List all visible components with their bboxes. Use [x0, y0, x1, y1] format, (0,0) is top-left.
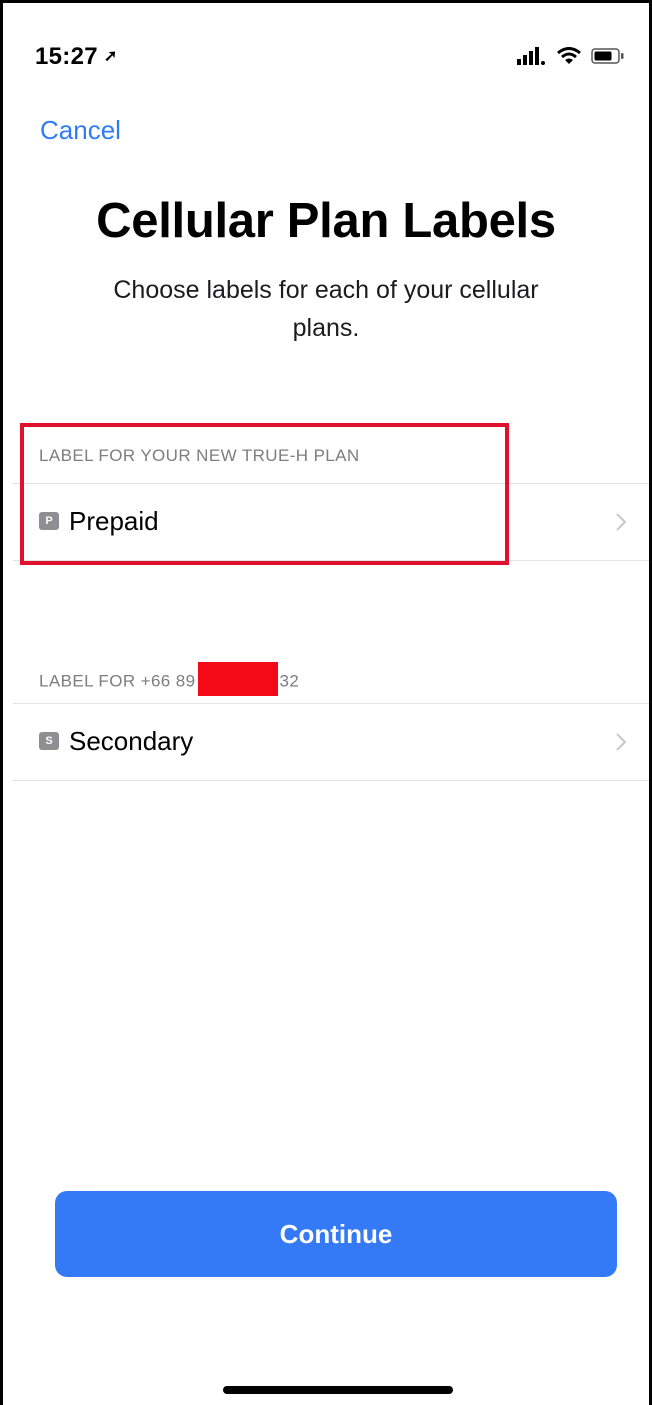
section-header-new-plan: LABEL FOR YOUR NEW TRUE-H PLAN: [39, 446, 360, 465]
redacted-number-block: [197, 662, 278, 696]
label-row-secondary[interactable]: S Secondary: [13, 703, 649, 781]
row-label-secondary: Secondary: [69, 726, 194, 756]
row-label-prepaid: Prepaid: [69, 506, 159, 536]
continue-button[interactable]: Continue: [55, 1191, 617, 1277]
wifi-icon: [557, 47, 581, 64]
prepaid-badge-icon: P: [39, 512, 59, 530]
phone-screen: 15:27 ➚ Cancel Cellular Plan Labels Choo…: [0, 0, 652, 1405]
chevron-right-icon: [616, 513, 627, 531]
chevron-right-icon: [616, 733, 627, 751]
label-row-prepaid[interactable]: P Prepaid: [13, 483, 649, 561]
location-arrow-icon: ➚: [103, 48, 118, 65]
cellular-signal-icon: [517, 47, 545, 65]
status-icons: [517, 47, 625, 65]
battery-icon: [591, 48, 624, 64]
section-header-existing-plan: LABEL FOR +66 89 32: [39, 662, 300, 699]
page-title: Cellular Plan Labels: [96, 194, 556, 248]
status-time: 15:27 ➚: [35, 43, 118, 71]
section-header-prefix: LABEL FOR +66 89: [39, 671, 196, 691]
page-subtitle: Choose labels for each of your cellular …: [113, 276, 539, 342]
status-bar: 15:27 ➚: [3, 3, 649, 103]
secondary-badge-icon: S: [39, 732, 59, 750]
home-indicator[interactable]: [223, 1386, 453, 1394]
clock-time: 15:27: [35, 43, 98, 70]
section-header-suffix: 32: [279, 671, 300, 691]
cancel-button[interactable]: Cancel: [40, 115, 121, 146]
